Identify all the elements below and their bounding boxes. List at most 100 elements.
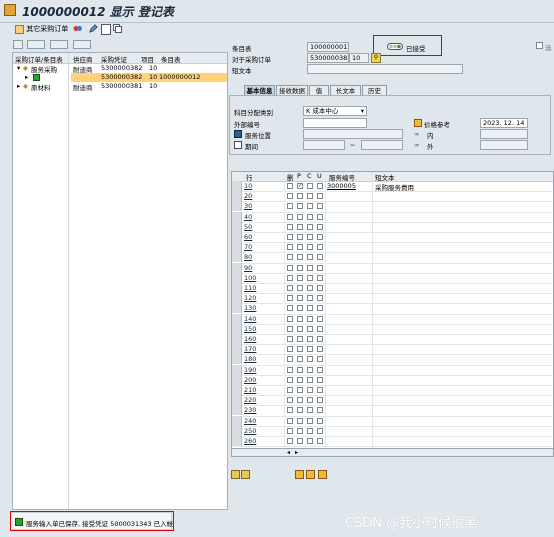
short-text-cell[interactable] <box>375 396 545 405</box>
p-checkbox[interactable] <box>297 305 303 312</box>
line-number[interactable]: 240 <box>244 417 256 425</box>
create-icon[interactable] <box>306 470 315 479</box>
u-checkbox[interactable] <box>317 203 323 210</box>
p-checkbox[interactable] <box>297 285 303 291</box>
layout-button[interactable] <box>73 40 91 49</box>
row-selector[interactable] <box>232 272 242 283</box>
delete-checkbox[interactable] <box>287 427 293 434</box>
u-checkbox[interactable] <box>317 244 323 251</box>
u-checkbox[interactable] <box>317 285 323 291</box>
service-number-cell[interactable] <box>327 192 369 201</box>
line-number[interactable]: 10 <box>244 182 252 190</box>
tree-row[interactable]: ▸ ◆ 原材料 耐迪商 5300000381 10 <box>13 82 227 92</box>
service-number-cell[interactable] <box>327 406 369 415</box>
line-number[interactable]: 50 <box>244 223 252 231</box>
short-text-cell[interactable] <box>375 222 545 231</box>
service-number-cell[interactable] <box>327 202 369 211</box>
service-number-cell[interactable] <box>327 222 369 231</box>
line-number[interactable]: 110 <box>244 284 256 292</box>
c-checkbox[interactable] <box>307 366 313 373</box>
p-checkbox[interactable] <box>297 397 303 404</box>
acct-assign-select[interactable]: K 成本中心 ▾ <box>303 106 367 116</box>
delete-checkbox[interactable] <box>287 285 293 291</box>
u-checkbox[interactable] <box>317 264 323 271</box>
delete-checkbox[interactable] <box>287 264 293 271</box>
tab-value[interactable]: 值 <box>309 85 329 95</box>
delete-checkbox[interactable] <box>287 234 293 240</box>
line-number[interactable]: 150 <box>244 325 256 333</box>
u-checkbox[interactable] <box>317 417 323 424</box>
row-selector[interactable] <box>232 334 242 344</box>
p-checkbox[interactable] <box>297 417 303 424</box>
service-number-cell[interactable] <box>327 273 369 282</box>
delete-checkbox[interactable] <box>287 295 293 302</box>
u-checkbox[interactable] <box>317 397 323 404</box>
u-checkbox[interactable] <box>317 376 323 383</box>
filter-button[interactable] <box>50 40 68 49</box>
horizontal-scrollbar[interactable]: ◂ ▸ <box>231 448 554 457</box>
row-selector[interactable] <box>232 354 242 365</box>
expand-arrow-icon[interactable]: ▾ <box>17 64 20 72</box>
service-number-cell[interactable] <box>327 335 369 343</box>
short-text-cell[interactable] <box>375 355 545 364</box>
row-selector[interactable] <box>232 211 242 222</box>
service-number-cell[interactable]: 3000005 <box>327 182 369 190</box>
delete-checkbox[interactable] <box>287 213 293 220</box>
service-number-cell[interactable] <box>327 345 369 354</box>
copy-line-icon[interactable] <box>318 470 327 479</box>
u-checkbox[interactable] <box>317 213 323 220</box>
delete-checkbox[interactable] <box>287 376 293 383</box>
c-checkbox[interactable] <box>307 397 313 404</box>
short-text-cell[interactable] <box>375 263 545 272</box>
c-checkbox[interactable] <box>307 254 313 261</box>
short-text-cell[interactable] <box>375 426 545 435</box>
line-number[interactable]: 70 <box>244 243 252 251</box>
u-checkbox[interactable] <box>317 183 323 189</box>
service-number-cell[interactable] <box>327 416 369 425</box>
row-selector[interactable] <box>232 221 242 232</box>
u-checkbox[interactable] <box>317 254 323 261</box>
row-selector[interactable] <box>232 323 242 334</box>
detail-icon[interactable] <box>295 470 304 479</box>
service-number-cell[interactable] <box>327 233 369 241</box>
line-number[interactable]: 190 <box>244 366 256 374</box>
short-text-cell[interactable] <box>375 324 545 333</box>
other-po-button[interactable]: 其它采购订单 <box>15 24 68 34</box>
price-ref-field[interactable]: 2023. 12. 14 <box>480 118 528 128</box>
row-selector[interactable] <box>232 395 242 406</box>
p-checkbox[interactable] <box>297 407 303 414</box>
row-selector[interactable] <box>232 405 242 416</box>
short-text-cell[interactable] <box>375 416 545 425</box>
p-checkbox[interactable] <box>297 295 303 302</box>
po-item-field[interactable]: 10 <box>349 53 369 63</box>
delete-checkbox[interactable] <box>287 366 293 373</box>
inner-field[interactable] <box>480 129 528 139</box>
u-checkbox[interactable] <box>317 305 323 312</box>
u-checkbox[interactable] <box>317 387 323 393</box>
delete-checkbox[interactable] <box>287 193 293 200</box>
short-text-cell[interactable] <box>375 253 545 262</box>
row-selector[interactable] <box>232 303 242 314</box>
service-number-cell[interactable] <box>327 314 369 323</box>
u-checkbox[interactable] <box>317 346 323 353</box>
delete-checkbox[interactable] <box>287 305 293 312</box>
short-text-cell[interactable] <box>375 192 545 201</box>
delete-checkbox[interactable] <box>287 254 293 261</box>
tree-row[interactable]: ▾ ◆ 服务采购 耐迪商 5300000382 10 <box>13 64 227 74</box>
row-selector[interactable] <box>232 232 242 242</box>
scroll-right-icon[interactable]: ▸ <box>295 449 298 456</box>
delete-checkbox[interactable] <box>287 244 293 251</box>
short-text-cell[interactable] <box>375 233 545 241</box>
row-selector[interactable] <box>232 201 242 212</box>
c-checkbox[interactable] <box>307 336 313 342</box>
u-checkbox[interactable] <box>317 274 323 281</box>
service-number-cell[interactable] <box>327 212 369 221</box>
delete-checkbox[interactable] <box>287 397 293 404</box>
tree-row-selected[interactable]: ▸ 5300000382 10 1000000012 <box>13 73 227 82</box>
c-checkbox[interactable] <box>307 274 313 281</box>
line-number[interactable]: 200 <box>244 376 256 384</box>
c-checkbox[interactable] <box>307 346 313 353</box>
line-number[interactable]: 210 <box>244 386 256 394</box>
line-number[interactable]: 120 <box>244 294 256 302</box>
c-checkbox[interactable] <box>307 213 313 220</box>
